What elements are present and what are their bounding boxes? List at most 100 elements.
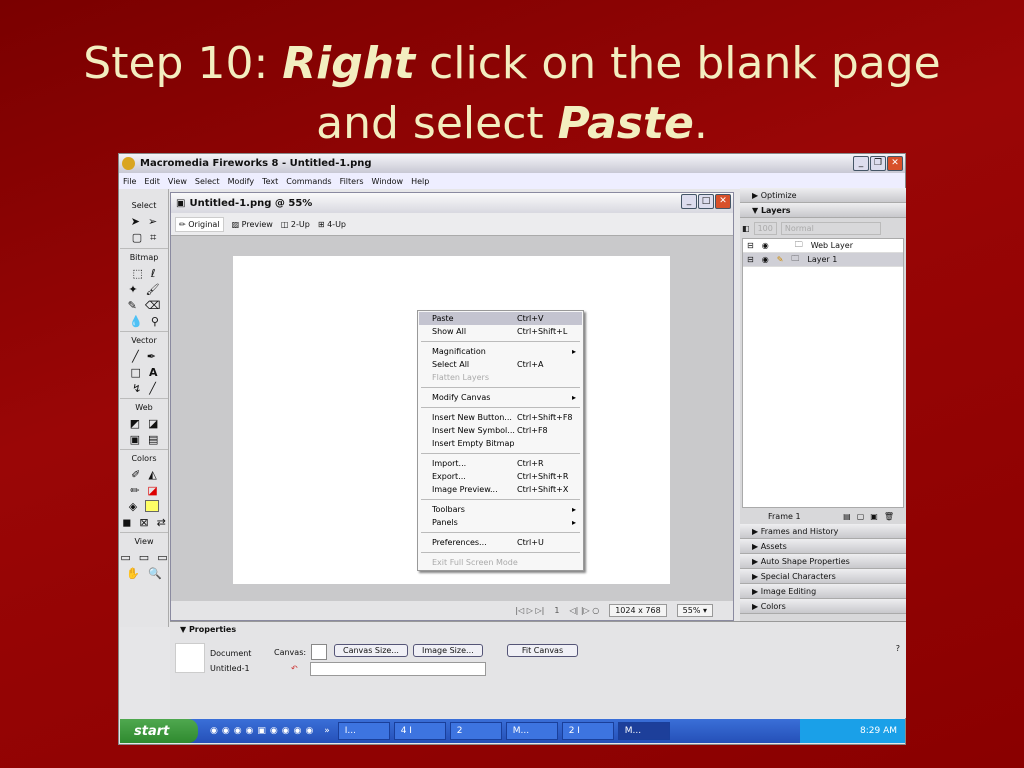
layer-buttons-icon[interactable]: ▤▢▣🗑: [843, 512, 906, 521]
slice-tool-icon[interactable]: ◪: [148, 417, 158, 430]
menu-commands[interactable]: Commands: [286, 177, 331, 186]
minimize-button[interactable]: _: [853, 156, 869, 171]
menu-item-modify-canvas[interactable]: Modify Canvas ▸: [419, 391, 582, 404]
menu-item-select-all[interactable]: Select All Ctrl+A: [419, 358, 582, 371]
menu-file[interactable]: File: [123, 177, 136, 186]
panel-assets[interactable]: ▶ Assets: [740, 539, 906, 554]
zoom-tool-icon[interactable]: 🔍: [148, 567, 162, 580]
default-colors-icon[interactable]: ◼: [122, 516, 131, 529]
paint-bucket-tool-icon[interactable]: ◭: [148, 468, 156, 481]
fit-canvas-button[interactable]: Fit Canvas: [507, 644, 578, 657]
knife-tool-icon[interactable]: ╱: [149, 382, 156, 395]
fill-tool-icon[interactable]: ◈: [129, 500, 137, 513]
menu-item-panels[interactable]: Panels ▸: [419, 516, 582, 529]
crop-tool-icon[interactable]: ⌗: [150, 231, 156, 245]
full-screen-icon[interactable]: ▭: [157, 551, 167, 564]
image-size-button[interactable]: Image Size...: [413, 644, 483, 657]
panel-colors[interactable]: ▶ Colors: [740, 599, 906, 614]
doc-maximize-button[interactable]: □: [698, 194, 714, 209]
hide-slices-icon[interactable]: ▣: [130, 433, 140, 446]
rectangle-tool-icon[interactable]: □: [131, 366, 141, 379]
menu-item-paste[interactable]: Paste Ctrl+V: [419, 312, 582, 325]
taskbar-item[interactable]: 2 I: [561, 722, 614, 740]
menu-item-show-all[interactable]: Show All Ctrl+Shift+L: [419, 325, 582, 338]
panel-auto-shape[interactable]: ▶ Auto Shape Properties: [740, 554, 906, 569]
collapse-icon[interactable]: ⊟: [747, 241, 754, 250]
text-tool-icon[interactable]: A: [149, 366, 158, 379]
standard-screen-icon[interactable]: ▭: [120, 551, 130, 564]
lasso-tool-icon[interactable]: ℓ: [151, 267, 156, 280]
menu-item-image-preview[interactable]: Image Preview... Ctrl+Shift+X: [419, 483, 582, 496]
panel-optimize[interactable]: ▶ Optimize: [740, 188, 906, 203]
menu-window[interactable]: Window: [372, 177, 404, 186]
panel-special-characters[interactable]: ▶ Special Characters: [740, 569, 906, 584]
tab-preview[interactable]: ▨ Preview: [232, 220, 273, 229]
help-icon[interactable]: ?: [896, 644, 900, 653]
panel-image-editing[interactable]: ▶ Image Editing: [740, 584, 906, 599]
eye-icon[interactable]: ◉: [762, 241, 769, 250]
close-button[interactable]: ✕: [887, 156, 903, 171]
hotspot-tool-icon[interactable]: ◩: [130, 417, 140, 430]
panel-layers-header[interactable]: ▼ Layers: [740, 203, 906, 218]
blur-tool-icon[interactable]: 💧: [129, 315, 143, 328]
opacity-field[interactable]: 100: [753, 221, 777, 235]
scale-tool-icon[interactable]: ▢: [132, 231, 142, 245]
subselect-tool-icon[interactable]: ➢: [148, 215, 157, 228]
blend-mode-select[interactable]: Normal: [780, 221, 881, 235]
eraser-tool-icon[interactable]: ⌫: [145, 299, 161, 312]
full-screen-menu-icon[interactable]: ▭: [139, 551, 149, 564]
freeform-tool-icon[interactable]: ↯: [132, 382, 141, 395]
menu-text[interactable]: Text: [262, 177, 278, 186]
fill-swatch[interactable]: [145, 500, 160, 512]
tab-2up[interactable]: ◫ 2-Up: [281, 220, 310, 229]
menu-filters[interactable]: Filters: [340, 177, 364, 186]
zoom-select[interactable]: 55% ▾: [676, 604, 713, 617]
tab-4up[interactable]: ⊞ 4-Up: [318, 220, 346, 229]
menu-item-insert-new-button[interactable]: Insert New Button... Ctrl+Shift+F8: [419, 411, 582, 424]
taskbar-item[interactable]: I...: [337, 722, 390, 740]
menu-item-magnification[interactable]: Magnification ▸: [419, 345, 582, 358]
menu-modify[interactable]: Modify: [228, 177, 255, 186]
stroke-color-icon[interactable]: ✏: [130, 484, 139, 497]
brush-tool-icon[interactable]: 🖌: [146, 283, 160, 296]
menu-item-insert-new-symbol[interactable]: Insert New Symbol... Ctrl+F8: [419, 424, 582, 437]
taskbar-item[interactable]: 4 I: [393, 722, 446, 740]
swap-colors-icon[interactable]: ⇄: [157, 516, 166, 529]
taskbar-item-active[interactable]: M...: [617, 722, 670, 740]
hand-tool-icon[interactable]: ✋: [126, 567, 140, 580]
eye-icon[interactable]: ◉: [762, 255, 769, 264]
magic-wand-tool-icon[interactable]: ✦: [128, 283, 137, 296]
menu-item-toolbars[interactable]: Toolbars ▸: [419, 503, 582, 516]
playback-controls[interactable]: |◁ ▷ ▷|: [515, 606, 544, 615]
pointer-tool-icon[interactable]: ➤: [131, 215, 140, 228]
stroke-swatch[interactable]: ◪: [147, 484, 157, 497]
canvas-color-swatch[interactable]: [311, 644, 327, 660]
menu-item-preferences[interactable]: Preferences... Ctrl+U: [419, 536, 582, 549]
menu-item-import[interactable]: Import... Ctrl+R: [419, 457, 582, 470]
collapse-icon[interactable]: ⊟: [747, 255, 754, 264]
doc-close-button[interactable]: ✕: [715, 194, 731, 209]
start-button[interactable]: start: [120, 719, 198, 743]
canvas-size-button[interactable]: Canvas Size...: [334, 644, 408, 657]
frame-nav-icon[interactable]: ◁| |▷ ○: [569, 606, 599, 615]
menu-help[interactable]: Help: [411, 177, 429, 186]
taskbar-item[interactable]: M...: [505, 722, 558, 740]
properties-header[interactable]: ▼ Properties: [170, 622, 906, 636]
menu-item-export[interactable]: Export... Ctrl+Shift+R: [419, 470, 582, 483]
tab-original[interactable]: ✏ Original: [175, 216, 224, 232]
menu-item-insert-empty-bitmap[interactable]: Insert Empty Bitmap: [419, 437, 582, 450]
panel-frames-history[interactable]: ▶ Frames and History: [740, 524, 906, 539]
taskbar-item[interactable]: 2: [449, 722, 502, 740]
menu-select[interactable]: Select: [195, 177, 220, 186]
pencil-tool-icon[interactable]: ✎: [128, 299, 137, 312]
marquee-tool-icon[interactable]: ⬚: [133, 267, 143, 280]
doc-minimize-button[interactable]: _: [681, 194, 697, 209]
menu-edit[interactable]: Edit: [144, 177, 160, 186]
pen-tool-icon[interactable]: ✒: [147, 350, 156, 363]
canvas-select[interactable]: [310, 662, 486, 676]
maximize-button[interactable]: ❐: [870, 156, 886, 171]
line-tool-icon[interactable]: ╱: [132, 350, 139, 363]
menu-view[interactable]: View: [168, 177, 187, 186]
rubber-stamp-tool-icon[interactable]: ⚲: [151, 315, 159, 328]
show-slices-icon[interactable]: ▤: [148, 433, 158, 446]
